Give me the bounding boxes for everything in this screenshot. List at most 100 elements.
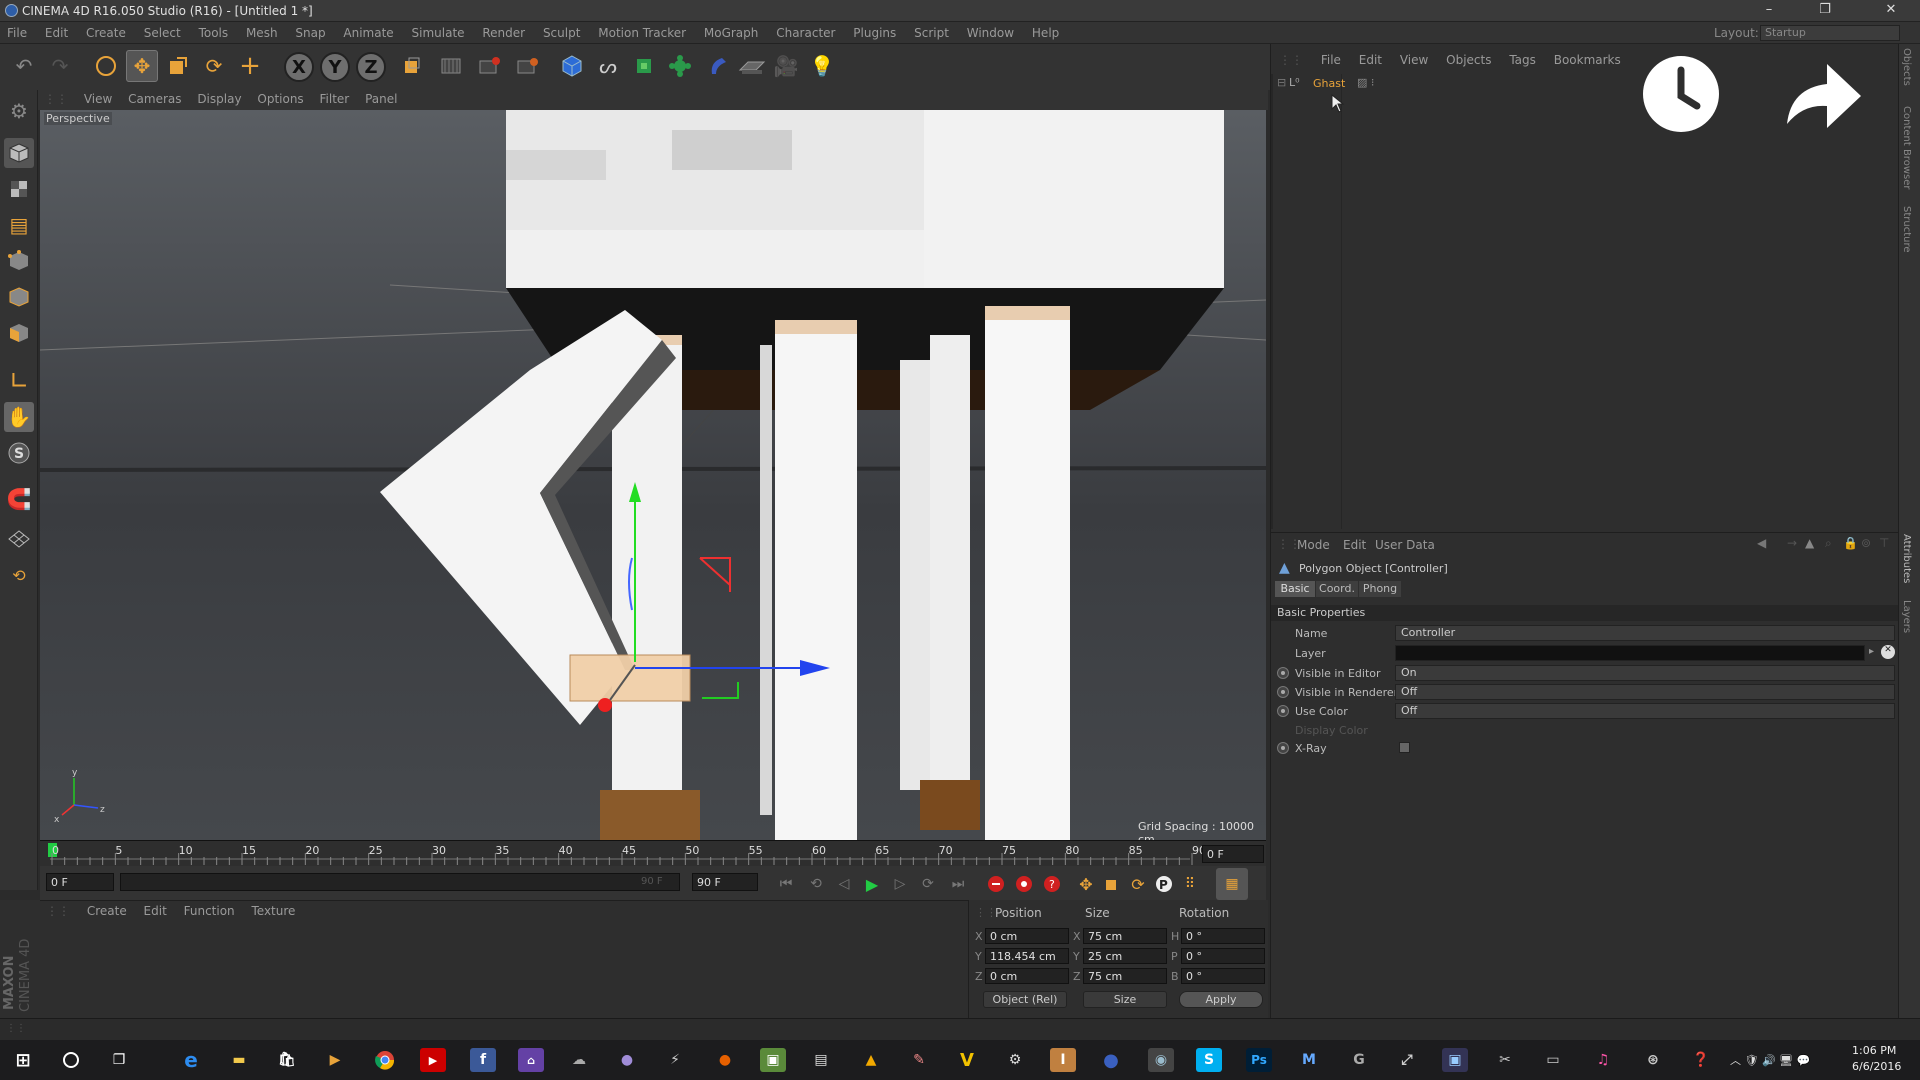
planar-workplane-icon[interactable]: ⟲ (4, 560, 34, 590)
menu-snap[interactable]: Snap (288, 22, 332, 40)
size-mode-select[interactable]: Size (1083, 991, 1167, 1008)
tray-icons[interactable]: ︿ 🛡 🔊 🖥 💬 (1730, 1052, 1810, 1068)
menu-tools[interactable]: Tools (192, 22, 236, 40)
visibility-toggle-icon[interactable]: ▨ ⁝ (1357, 76, 1374, 89)
app-icon-5[interactable]: ▲ (858, 1048, 884, 1072)
position-z-field[interactable]: 0 cm (985, 968, 1069, 984)
cortana-icon[interactable] (58, 1048, 84, 1072)
menu-create[interactable]: Create (79, 22, 133, 40)
media-icon[interactable]: ▶ (322, 1048, 348, 1072)
render-to-picture-viewer-icon[interactable] (474, 50, 506, 82)
goto-start-icon[interactable]: ⏮ (770, 868, 802, 900)
photoshop-icon[interactable]: Ps (1246, 1048, 1272, 1072)
object-row-ghast[interactable]: ⊟ L⁰ Ghast ▨ ⁝ (1277, 76, 1397, 92)
next-key-icon[interactable]: ⟳ (912, 868, 944, 900)
steam-icon[interactable]: ⚙ (1002, 1048, 1028, 1072)
keyframe-selection-icon[interactable]: ? (1036, 868, 1068, 900)
skype-icon[interactable]: S (1196, 1048, 1222, 1072)
tab-structure[interactable]: Structure (1901, 206, 1912, 253)
menu-animate[interactable]: Animate (336, 22, 400, 40)
scale-tool-icon[interactable] (162, 50, 194, 82)
material-menu-function[interactable]: Function (178, 901, 242, 918)
tab-coord[interactable]: Coord. (1316, 581, 1358, 597)
start-icon[interactable]: ⊞ (10, 1048, 36, 1072)
attribute-new-window-icon[interactable]: ⊤ (1879, 536, 1889, 550)
attribute-settings-icon[interactable]: ⊚ (1861, 536, 1871, 550)
app-icon-17[interactable]: ❓ (1688, 1048, 1714, 1072)
menu-edit[interactable]: Edit (38, 22, 75, 40)
viewport-menu-filter[interactable]: Filter (314, 90, 356, 106)
workplane-mode-icon[interactable]: ▤ (4, 210, 34, 240)
app-icon-6[interactable]: ✎ (906, 1048, 932, 1072)
app-icon-1[interactable]: ☁ (566, 1048, 592, 1072)
facebook-icon[interactable]: f (470, 1048, 496, 1072)
name-field[interactable]: Controller (1395, 625, 1895, 641)
youtube-icon[interactable]: ▶ (420, 1048, 446, 1072)
size-y-field[interactable]: 25 cm (1083, 948, 1167, 964)
menu-sculpt[interactable]: Sculpt (536, 22, 587, 40)
redo-icon[interactable]: ↷ (44, 50, 76, 82)
edges-mode-icon[interactable] (4, 282, 34, 312)
menu-render[interactable]: Render (475, 22, 532, 40)
y-axis-lock-button[interactable]: Y (320, 52, 350, 82)
menu-character[interactable]: Character (769, 22, 842, 40)
nav-back-icon[interactable]: ◀ (1757, 536, 1766, 550)
current-frame-field[interactable]: 0 F (1202, 845, 1264, 863)
position-x-field[interactable]: 0 cm (985, 928, 1069, 944)
menu-motion-tracker[interactable]: Motion Tracker (591, 22, 693, 40)
menu-plugins[interactable]: Plugins (846, 22, 903, 40)
layer-arrow-icon[interactable]: ▸ (1869, 646, 1874, 657)
deformer-icon[interactable] (702, 50, 734, 82)
chrome-icon[interactable] (372, 1048, 398, 1072)
expand-icon[interactable]: ⊟ (1277, 76, 1286, 89)
rotation-p-field[interactable]: 0 ° (1181, 948, 1265, 964)
maximize-button[interactable]: ❐ (1802, 2, 1848, 20)
tab-layers[interactable]: Layers (1901, 600, 1912, 633)
nav-up-icon[interactable]: ▲ (1805, 536, 1814, 550)
locked-workplane-icon[interactable] (4, 524, 34, 554)
3d-viewport[interactable]: Perspective y z x Grid Spacing: 10000 c… (40, 110, 1266, 840)
file-explorer-icon[interactable]: ▬ (226, 1048, 252, 1072)
object-menu-objects[interactable]: Objects (1438, 44, 1497, 67)
tab-basic[interactable]: Basic (1275, 581, 1315, 597)
preview-range-slider[interactable]: 90 F (120, 873, 680, 891)
attribute-menu-edit[interactable]: Edit (1343, 538, 1366, 552)
layer-clear-icon[interactable]: ✕ (1881, 645, 1895, 659)
live-selection-icon[interactable] (90, 50, 122, 82)
app-icon-12[interactable]: ⤢ (1394, 1048, 1420, 1072)
itunes-icon[interactable]: ♫ (1590, 1048, 1616, 1072)
app-icon-13[interactable]: ▣ (1442, 1048, 1468, 1072)
material-manager[interactable]: ⋮⋮ Create Edit Function Texture (40, 900, 968, 1018)
app-icon-7[interactable]: V (954, 1048, 980, 1072)
coordinate-mode-select[interactable]: Object (Rel) (983, 991, 1067, 1008)
timeline-ruler[interactable]: 0 5 10 15 20 25 30 35 40 45 50 55 60 65 70 75 80 85 90 0 F (40, 840, 1266, 866)
points-mode-icon[interactable] (4, 246, 34, 276)
menu-script[interactable]: Script (907, 22, 956, 40)
x-axis-lock-button[interactable]: X (284, 52, 314, 82)
app-icon-11[interactable]: G (1346, 1048, 1372, 1072)
task-view-icon[interactable]: ❐ (106, 1048, 132, 1072)
rotate-tool-icon[interactable]: ⟳ (198, 50, 230, 82)
firefox-icon[interactable]: ● (712, 1048, 738, 1072)
xray-anim-icon[interactable] (1277, 742, 1289, 754)
magnet-icon[interactable]: 🧲 (4, 484, 34, 514)
nav-forward-icon[interactable]: → (1787, 536, 1797, 550)
visible-editor-select[interactable]: On (1395, 665, 1895, 681)
attribute-lock-icon[interactable]: 🔒 (1843, 536, 1858, 550)
visible-editor-anim-icon[interactable] (1277, 667, 1289, 679)
texture-mode-icon[interactable] (4, 174, 34, 204)
move-tool-icon[interactable]: ✥ (126, 50, 158, 82)
use-color-anim-icon[interactable] (1277, 705, 1289, 717)
menu-simulate[interactable]: Simulate (405, 22, 472, 40)
app-icon-10[interactable]: M (1296, 1048, 1322, 1072)
timeline-layout-icon[interactable]: ▦ (1216, 868, 1248, 900)
visible-renderer-anim-icon[interactable] (1277, 686, 1289, 698)
viewport-menu-panel[interactable]: Panel (359, 90, 403, 106)
close-button[interactable]: ✕ (1868, 2, 1914, 20)
viewport-menu-cameras[interactable]: Cameras (122, 90, 187, 106)
app-icon-16[interactable]: ⊛ (1640, 1048, 1666, 1072)
visible-renderer-select[interactable]: Off (1395, 684, 1895, 700)
camera-icon[interactable]: 🎥 (770, 50, 802, 82)
tab-objects[interactable]: Objects (1901, 48, 1912, 86)
viewport-menu-options[interactable]: Options (251, 90, 309, 106)
